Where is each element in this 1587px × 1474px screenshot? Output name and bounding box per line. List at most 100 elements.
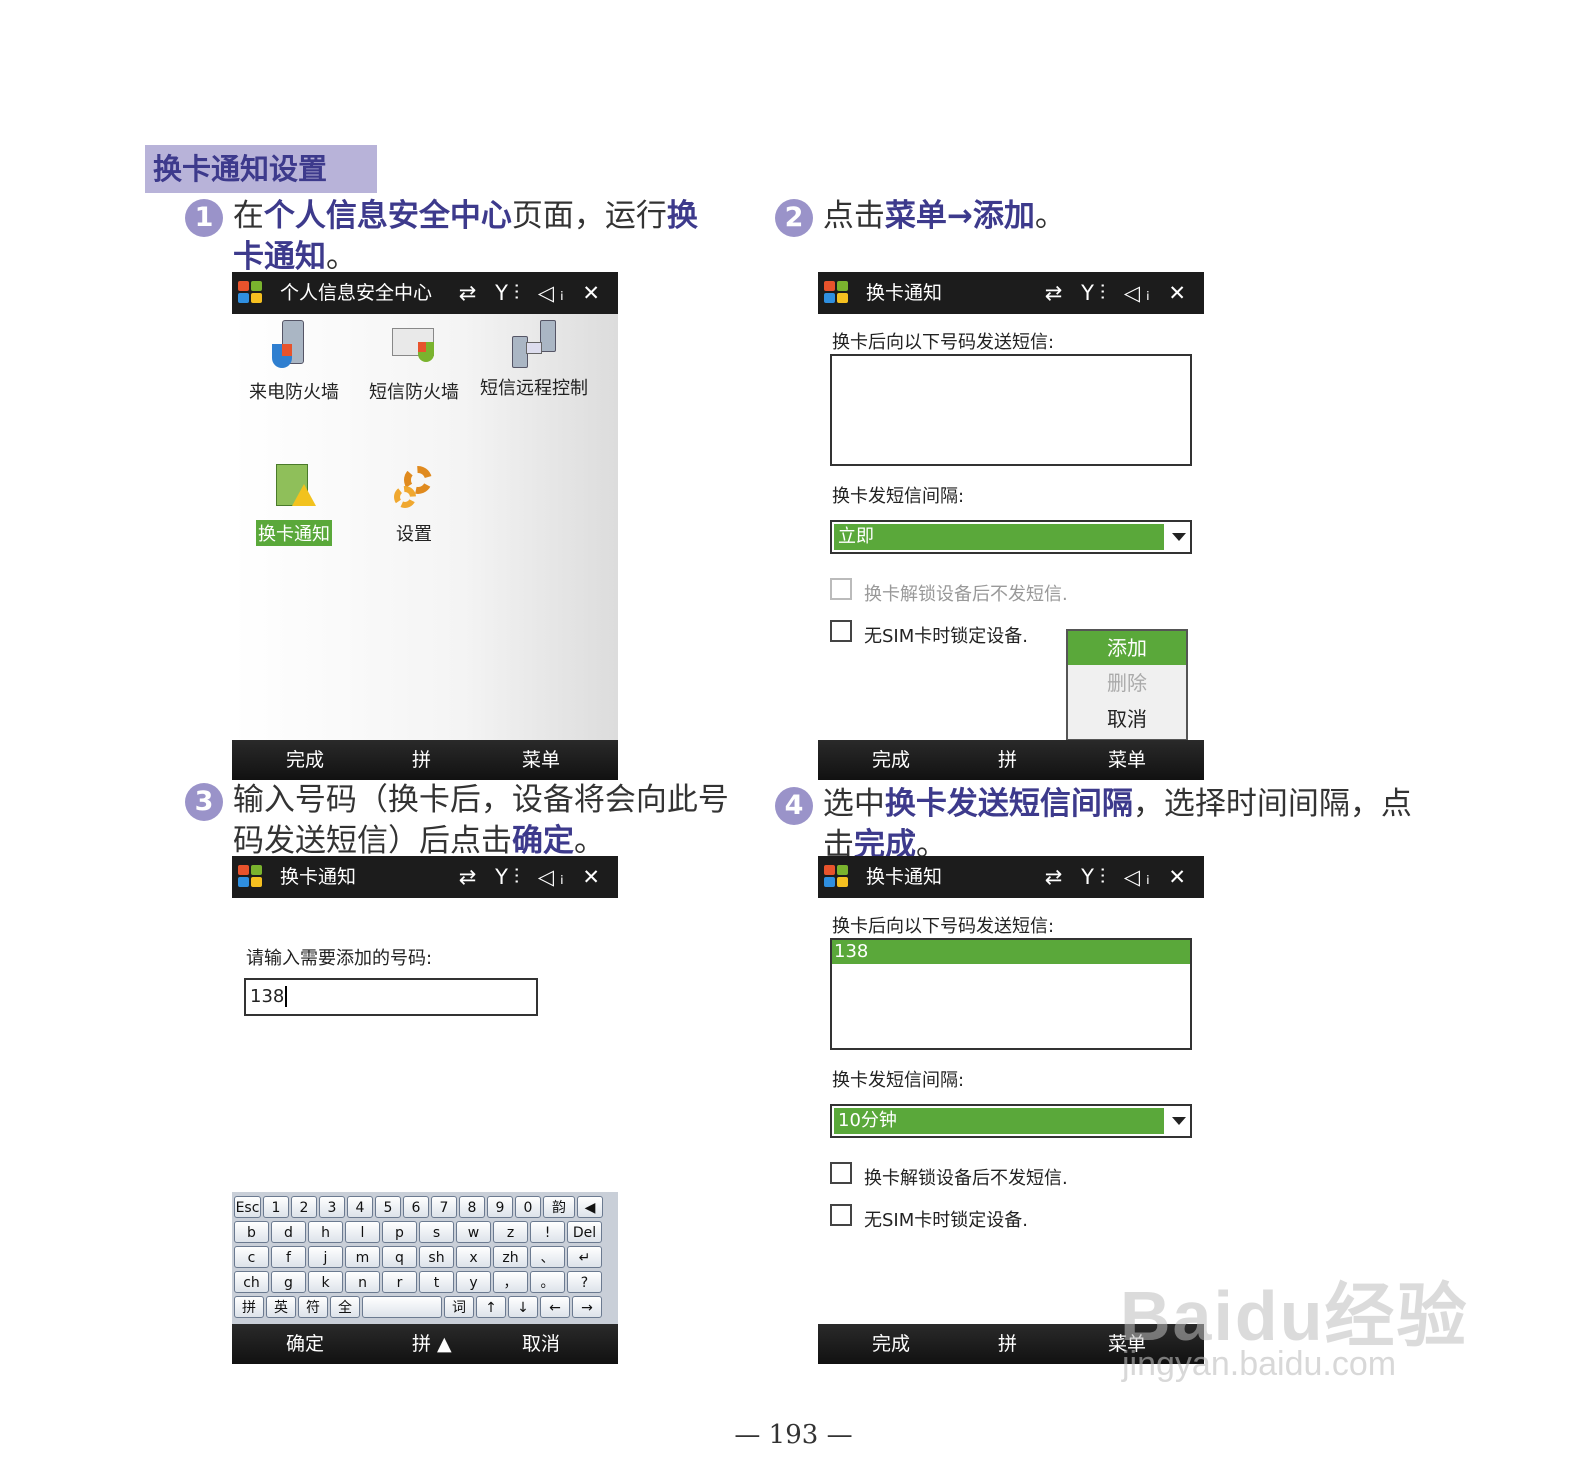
keyboard-key[interactable]: ch [234,1271,269,1293]
keyboard-key[interactable]: m [345,1246,380,1268]
windows-start-icon[interactable] [824,865,850,889]
keyboard-key[interactable]: ? [567,1271,602,1293]
keyboard-key[interactable]: 拼 [234,1296,264,1318]
keyboard-key[interactable]: ! [530,1221,565,1243]
keyboard-key[interactable]: 全 [330,1296,360,1318]
cancel-softkey[interactable]: 取消 [522,1324,560,1364]
unlock-no-sms-checkbox[interactable] [830,1162,852,1184]
keyboard-row: 拼英符全 词 ↑ ↓ ← → [234,1296,602,1320]
keyboard-key[interactable]: 2 [291,1196,317,1218]
keyboard-key[interactable]: 5 [375,1196,401,1218]
keyboard-key[interactable]: c [234,1246,269,1268]
keyboard-key[interactable]: ← [540,1296,570,1318]
menu-item-delete[interactable]: 删除 [1068,665,1186,701]
lock-no-sim-checkbox[interactable] [830,1204,852,1226]
window-title: 换卡通知 [866,866,943,888]
keyboard-key[interactable]: p [382,1221,417,1243]
lock-no-sim-label: 无SIM卡时锁定设备. [864,626,1028,647]
keyboard-key[interactable]: ， [493,1271,528,1293]
app-label: 换卡通知 [256,520,332,546]
ok-softkey[interactable]: 确定 [286,1324,324,1364]
keyboard-key[interactable]: ◀ [577,1196,603,1218]
app-sms-remote-control[interactable]: 短信远程控制 [474,320,594,400]
keyboard-key[interactable]: h [308,1221,343,1243]
step-text: 。 [326,239,357,275]
windows-start-icon[interactable] [824,281,850,305]
keyboard-key[interactable]: f [271,1246,306,1268]
numbers-list[interactable]: 138 [830,938,1192,1050]
input-method-softkey[interactable]: 拼 [998,740,1017,780]
keyboard-key[interactable] [362,1296,442,1318]
number-input-value: 138 [250,986,285,1007]
keyboard-key[interactable]: → [572,1296,602,1318]
status-icons[interactable]: ⇄ Y⫶ ◁ᵢ ✕ [1045,856,1192,898]
keyboard-key[interactable]: 4 [347,1196,373,1218]
menu-softkey[interactable]: 菜单 [522,740,560,780]
done-softkey[interactable]: 完成 [872,740,910,780]
keyboard-key[interactable]: 韵 [543,1196,575,1218]
keyboard-key[interactable]: Esc [234,1196,261,1218]
unlock-no-sms-checkbox[interactable] [830,578,852,600]
soft-key-bar: 完成 拼 菜单 [818,740,1204,780]
menu-softkey[interactable]: 菜单 [1108,740,1146,780]
windows-start-icon[interactable] [238,281,264,305]
keyboard-key[interactable]: 3 [319,1196,345,1218]
keyboard-key[interactable]: 。 [530,1271,565,1293]
keyboard-key[interactable]: r [382,1271,417,1293]
windows-start-icon[interactable] [238,865,264,889]
keyboard-key[interactable]: 9 [487,1196,513,1218]
keyboard-key[interactable]: l [345,1221,380,1243]
done-softkey[interactable]: 完成 [872,1324,910,1364]
app-sim-change-notice[interactable]: 换卡通知 [234,462,354,546]
step-number: 1 [185,199,223,237]
keyboard-key[interactable]: sh [419,1246,454,1268]
keyboard-key[interactable]: j [308,1246,343,1268]
app-settings[interactable]: 设置 [354,462,474,546]
keyboard-key[interactable]: zh [493,1246,528,1268]
menu-item-cancel[interactable]: 取消 [1068,701,1186,737]
keyboard-key[interactable]: 英 [266,1296,296,1318]
keyboard-key[interactable]: z [493,1221,528,1243]
list-item[interactable]: 138 [832,940,1190,964]
step-text: 。 [574,823,605,859]
keyboard-key[interactable]: d [271,1221,306,1243]
keyboard-key[interactable]: t [419,1271,454,1293]
input-method-softkey[interactable]: 拼 ▲ [412,1324,452,1364]
keyboard-key[interactable]: ↑ [476,1296,506,1318]
keyboard-key[interactable]: Del [567,1221,602,1243]
keyboard-key[interactable]: 0 [515,1196,541,1218]
numbers-list[interactable] [830,354,1192,466]
app-call-firewall[interactable]: 来电防火墙 [234,320,354,404]
keyboard-key[interactable]: n [345,1271,380,1293]
app-sms-firewall[interactable]: 短信防火墙 [354,320,474,404]
keyboard-key[interactable]: 1 [263,1196,289,1218]
keyboard-key[interactable]: b [234,1221,269,1243]
menu-item-add[interactable]: 添加 [1068,631,1186,665]
keyboard-key[interactable]: k [308,1271,343,1293]
input-method-softkey[interactable]: 拼 [412,740,431,780]
keyboard-key[interactable]: 7 [431,1196,457,1218]
keyboard-key[interactable]: x [456,1246,491,1268]
status-icons[interactable]: ⇄ Y⫶ ◁ᵢ ✕ [1045,272,1192,314]
status-icons[interactable]: ⇄ Y⫶ ◁ᵢ ✕ [459,856,606,898]
keyboard-key[interactable]: 符 [298,1296,328,1318]
gear-icon [390,462,438,514]
keyboard-key[interactable]: g [271,1271,306,1293]
number-input[interactable]: 138 [244,978,538,1016]
keyboard-key[interactable]: w [456,1221,491,1243]
keyboard-key[interactable]: ↵ [567,1246,602,1268]
keyboard-key[interactable]: s [419,1221,454,1243]
keyboard-key[interactable]: 6 [403,1196,429,1218]
keyboard-key[interactable]: 词 [444,1296,474,1318]
keyboard-key[interactable]: 、 [530,1246,565,1268]
status-icons[interactable]: ⇄ Y⫶ ◁ᵢ ✕ [459,272,606,314]
keyboard-key[interactable]: y [456,1271,491,1293]
keyboard-key[interactable]: 8 [459,1196,485,1218]
done-softkey[interactable]: 完成 [286,740,324,780]
lock-no-sim-checkbox[interactable] [830,620,852,642]
interval-select[interactable]: 立即 [830,520,1192,554]
keyboard-key[interactable]: ↓ [508,1296,538,1318]
keyboard-key[interactable]: q [382,1246,417,1268]
input-method-softkey[interactable]: 拼 [998,1324,1017,1364]
interval-select[interactable]: 10分钟 [830,1104,1192,1138]
